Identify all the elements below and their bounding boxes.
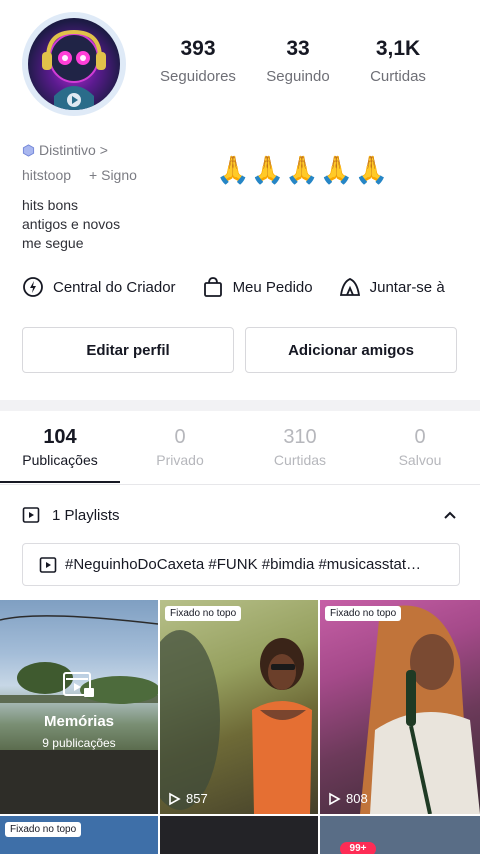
badge-link[interactable]: Distintivo > [22, 142, 108, 158]
bio-line: hits bons [22, 197, 79, 213]
bio: hits bons antigos e novos me segue [22, 196, 120, 253]
username: hitstoop [22, 167, 72, 183]
tab-count: 0 [414, 426, 426, 448]
active-tab-indicator [0, 481, 120, 483]
praying-hands-emojis: 🙏🙏🙏🙏🙏 [216, 155, 390, 185]
pinned-label: Fixado no topo [5, 822, 82, 837]
video-tile[interactable] [160, 816, 318, 854]
bio-line: antigos e novos [22, 216, 121, 232]
lightbulb-icon [23, 277, 43, 297]
join-link[interactable]: Juntar-se à [339, 276, 445, 298]
notification-badge: 99+ [340, 842, 376, 854]
memories-subtitle: 9 publicações [42, 736, 116, 750]
video-thumbnail [160, 630, 312, 814]
likes-label: Curtidas [370, 68, 426, 85]
playlists-header[interactable]: 1 Playlists [22, 504, 462, 526]
memories-title: Memórias [43, 713, 115, 730]
badge-chevron-icon: > [99, 142, 108, 158]
section-divider [0, 400, 480, 411]
tent-icon [339, 278, 360, 296]
tabs-divider [0, 484, 480, 485]
edit-profile-button[interactable]: Editar perfil [22, 327, 234, 373]
user-row: hitstoop + Signo [22, 167, 137, 183]
followers-count: 393 [180, 37, 216, 60]
video-thumbnail [360, 605, 480, 814]
view-count: 808 [327, 791, 368, 806]
my-order-link[interactable]: Meu Pedido [202, 276, 313, 298]
tab-private[interactable]: 0 Privado [120, 424, 240, 484]
stat-followers[interactable]: 393 Seguidores [148, 36, 248, 96]
chevron-up-icon[interactable] [442, 507, 458, 523]
pinned-label: Fixado no topo [325, 606, 402, 621]
following-count: 33 [286, 37, 310, 60]
profile-header: 393 Seguidores 33 Seguindo 3,1K Curtidas… [0, 0, 480, 270]
tab-label: Publicações [22, 452, 98, 468]
shopping-bag-icon [203, 277, 222, 297]
views-number: 808 [346, 791, 368, 806]
playlist-name: #NeguinhoDoCaxeta #FUNK #bimdia #musicas… [65, 556, 422, 573]
views-number: 857 [186, 791, 208, 806]
my-order-label: Meu Pedido [232, 278, 313, 296]
tab-liked[interactable]: 310 Curtidas [240, 424, 360, 484]
quick-links: Central do Criador Meu Pedido Juntar-se … [22, 276, 445, 298]
video-tile[interactable]: Fixado no topo 857 [160, 600, 318, 814]
view-count: 857 [167, 791, 208, 806]
tab-count: 104 [43, 426, 77, 448]
avatar[interactable] [22, 12, 126, 116]
memories-overlay: Memórias 9 publicações [0, 670, 158, 750]
video-tile[interactable]: Fixado no topo [0, 816, 158, 854]
stat-likes[interactable]: 3,1K Curtidas [348, 36, 448, 96]
video-grid: Memórias 9 publicações Fixado no topo 85… [0, 600, 480, 854]
creator-center-link[interactable]: Central do Criador [22, 276, 176, 298]
creator-center-label: Central do Criador [53, 278, 176, 296]
likes-count: 3,1K [375, 37, 421, 60]
avatar-image [28, 18, 120, 110]
memories-icon [63, 672, 94, 697]
memories-tile[interactable]: Memórias 9 publicações [0, 600, 158, 814]
tab-label: Salvou [398, 452, 442, 468]
playlists-count-label: 1 Playlists [52, 506, 120, 524]
playlist-icon [39, 556, 57, 573]
playlist-item[interactable]: #NeguinhoDoCaxeta #FUNK #bimdia #musicas… [22, 543, 460, 586]
tab-posts[interactable]: 104 Publicações [0, 424, 120, 484]
video-tile[interactable]: Fixado no topo 808 [320, 600, 480, 814]
playlist-icon [22, 507, 40, 523]
add-friends-button[interactable]: Adicionar amigos [245, 327, 457, 373]
tab-label: Privado [156, 452, 204, 468]
tab-count: 310 [283, 426, 317, 448]
play-icon [329, 792, 341, 805]
pinned-label: Fixado no topo [165, 606, 242, 621]
followers-label: Seguidores [160, 68, 236, 85]
tab-count: 0 [174, 426, 186, 448]
following-label: Seguindo [266, 68, 330, 85]
play-icon [169, 792, 181, 805]
bio-line: me segue [22, 235, 84, 251]
badge-label: Distintivo [39, 142, 96, 158]
sign-link[interactable]: + Signo [89, 167, 137, 183]
join-label: Juntar-se à [369, 278, 445, 296]
badge-icon [22, 143, 35, 157]
stat-following[interactable]: 33 Seguindo [248, 36, 348, 96]
content-tabs: 104 Publicações 0 Privado 310 Curtidas 0… [0, 424, 480, 484]
tab-saved[interactable]: 0 Salvou [360, 424, 480, 484]
tab-label: Curtidas [273, 452, 327, 468]
profile-stats: 393 Seguidores 33 Seguindo 3,1K Curtidas [148, 36, 448, 96]
